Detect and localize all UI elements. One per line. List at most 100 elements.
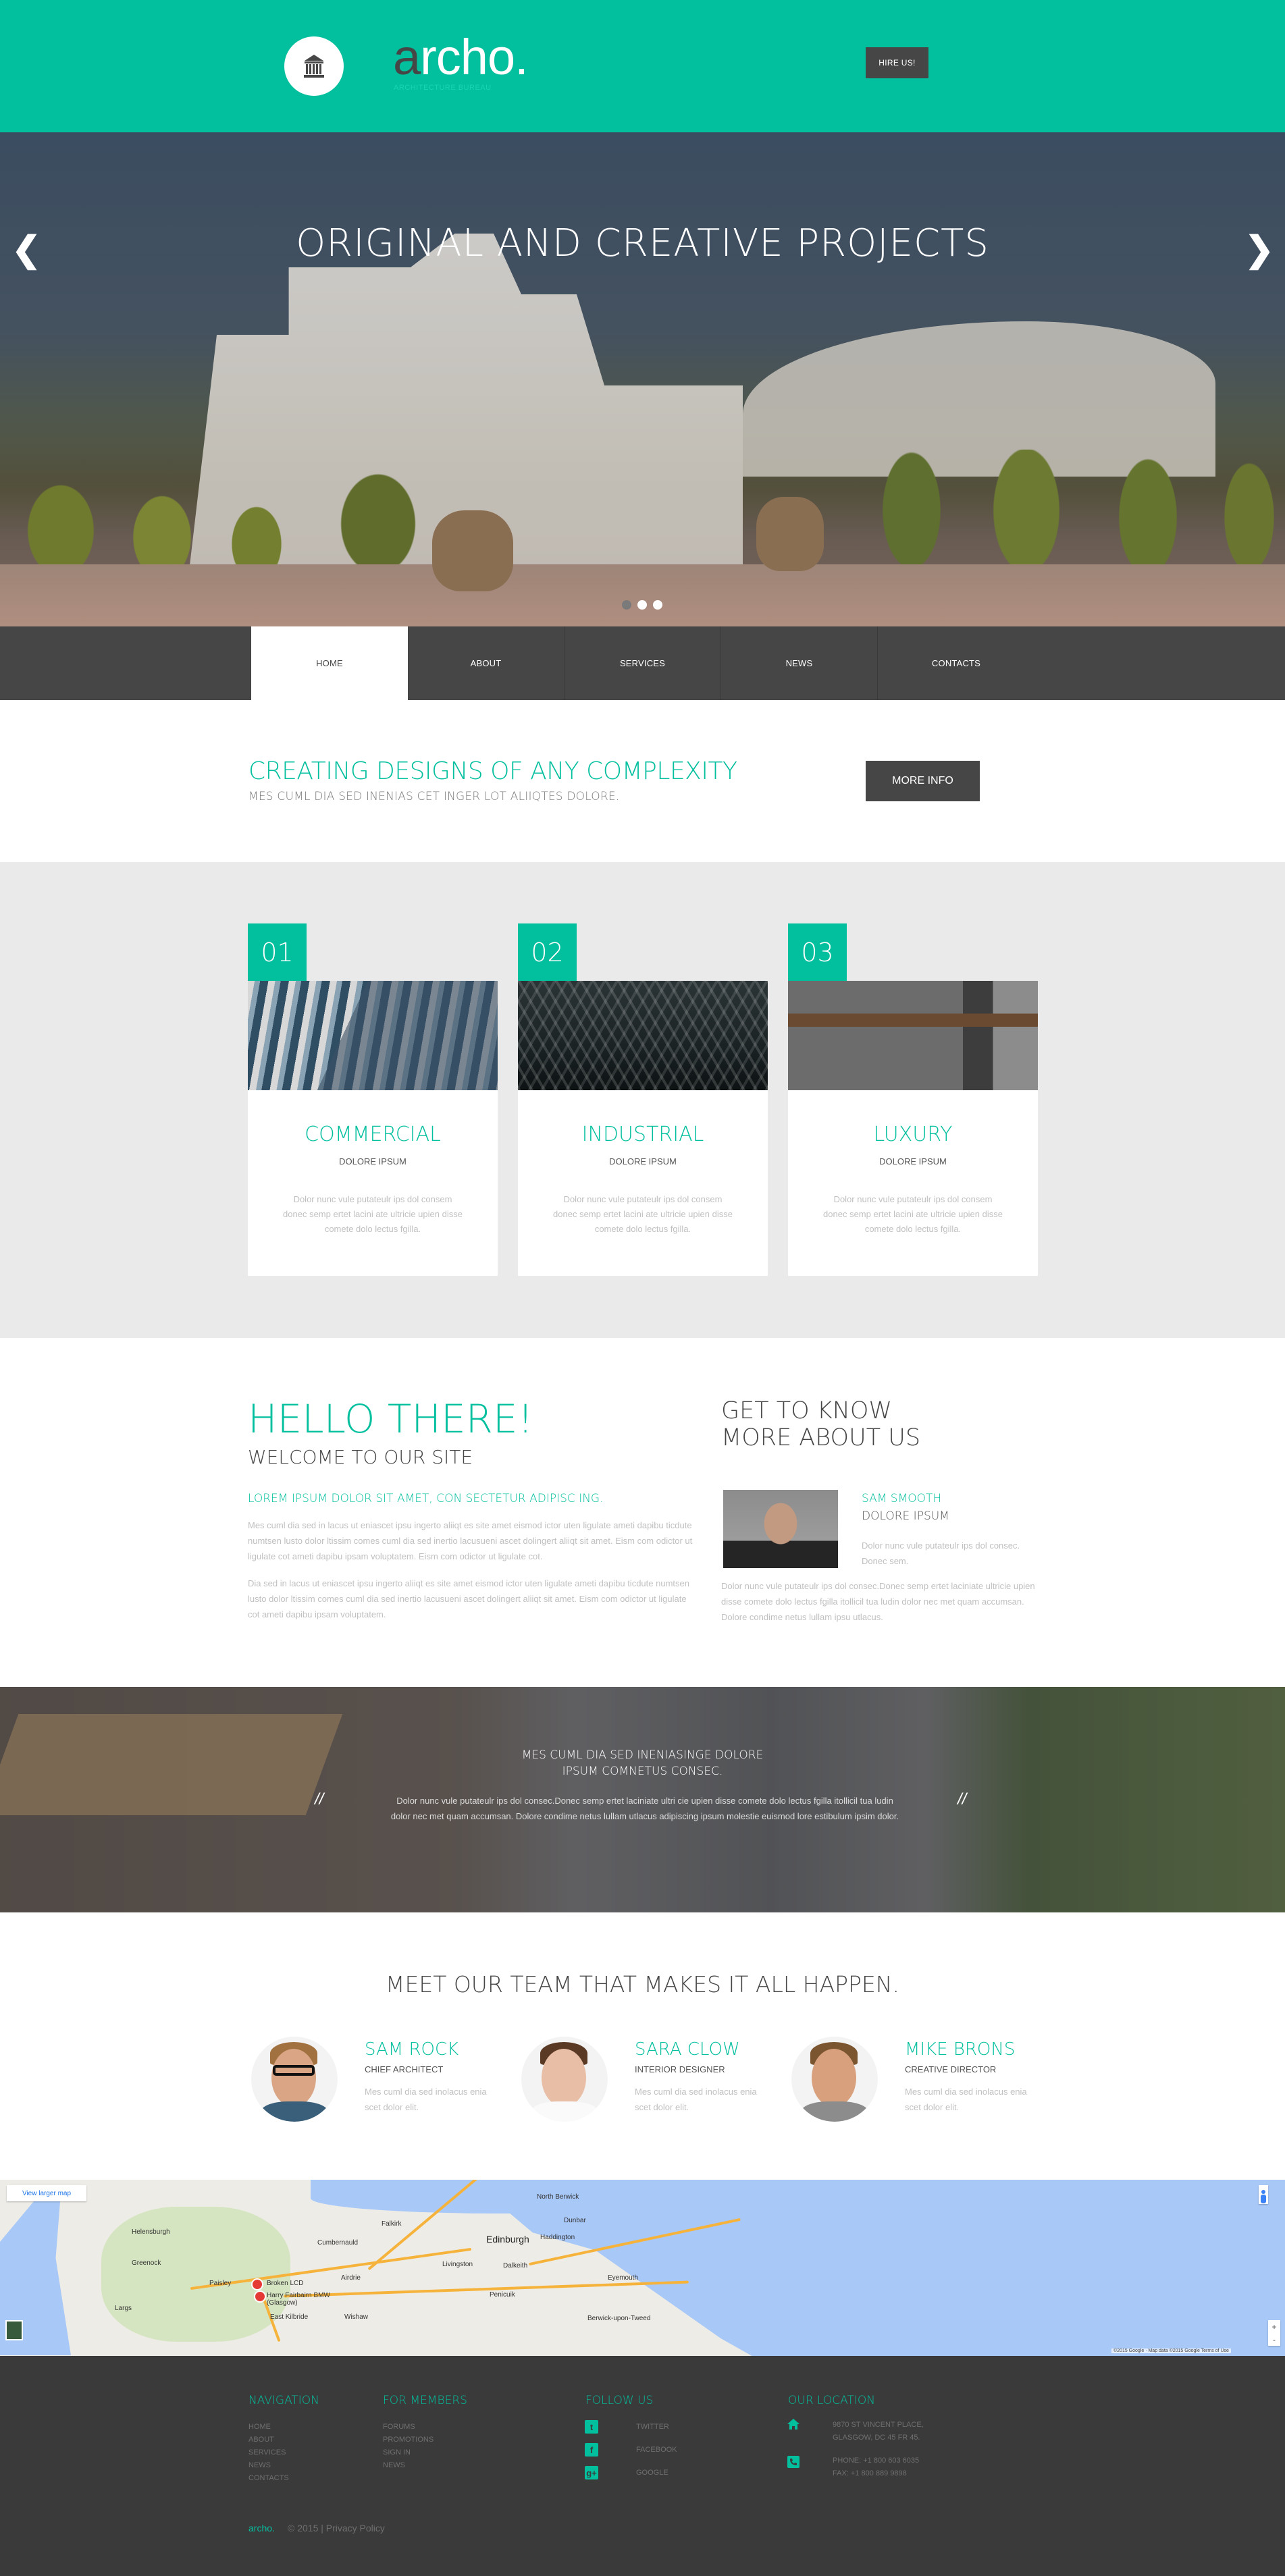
footer-logo[interactable]: archo. [248,2523,275,2533]
logo-badge[interactable] [284,36,344,96]
service-text: Dolor nunc vule putateulr ips dol consem… [823,1194,1003,1234]
team-member: MIKE BRONS CREATIVE DIRECTOR Mes cuml di… [791,2037,1061,2124]
footer-follow-heading: FOLLOW US [585,2394,654,2407]
slider-prev-button[interactable]: ❮ [11,230,41,270]
testimonial-title: MES CUML DIA SED INENIASINGE DOLORE IPSU… [0,1747,1285,1779]
member-role: INTERIOR DESIGNER [635,2064,725,2074]
facebook-icon[interactable]: f [585,2443,598,2457]
map-label: Dalkeith [503,2262,528,2270]
about-paragraph: Mes cuml dia sed in lacus ut eniascet ip… [248,1520,693,1561]
footer-link-news[interactable]: NEWS [383,2459,434,2472]
slider-dot-1[interactable] [622,600,631,610]
quote-close-icon: // [958,1790,967,1808]
footer-copyright[interactable]: © 2015 | Privacy Policy [288,2523,385,2533]
testimonial-title-line2: IPSUM COMNETUS CONSEC. [562,1765,723,1778]
nav-item-about[interactable]: ABOUT [408,626,565,700]
service-number: 03 [788,923,847,981]
phone-number[interactable]: PHONE: +1 800 603 6035 [833,2454,919,2467]
facebook-link[interactable]: FACEBOOK [636,2446,677,2454]
slider-dot-2[interactable] [637,600,647,610]
glasses-icon [273,2065,315,2076]
service-title: LUXURY [873,1123,953,1146]
map-marker-pin[interactable] [251,2278,263,2290]
member-name: MIKE BRONS [905,2039,1016,2060]
service-title: COMMERCIAL [305,1123,441,1146]
intro-title: CREATING DESIGNS OF ANY COMPLEXITY [248,757,737,785]
nav-item-home[interactable]: HOME [251,626,408,700]
hire-us-button[interactable]: HIRE US! [866,47,928,78]
service-card-luxury[interactable]: LUXURY DOLORE IPSUM Dolor nunc vule puta… [788,981,1038,1276]
member-text: Mes cuml dia sed inolacus enia scet dolo… [635,2087,757,2112]
address-line2: GLASGOW, DC 45 FR 45. [833,2434,920,2442]
hero-image-ground [0,564,1285,626]
map-label: Airdrie [341,2274,361,2282]
google-plus-icon[interactable]: g+ [585,2466,598,2479]
avatar-face [812,2049,856,2107]
map-marker-pin[interactable] [254,2290,266,2303]
service-title: INDUSTRIAL [581,1123,704,1146]
site-header [0,0,1285,132]
footer-link-home[interactable]: HOME [248,2421,289,2434]
map-zoom-control: + - [1268,2320,1280,2346]
map-label: Dunbar [564,2217,586,2224]
location-map[interactable]: Greenock Helensburgh Paisley Broken LCD … [0,2180,1285,2356]
pegman-icon[interactable] [1259,2185,1268,2204]
map-label: Falkirk [382,2220,402,2228]
logo-wordmark[interactable]: archo. [393,27,529,88]
service-card-industrial[interactable]: INDUSTRIAL DOLORE IPSUM Dolor nunc vule … [518,981,768,1276]
google-link[interactable]: GOOGLE [636,2469,668,2477]
map-label: Berwick-upon-Tweed [587,2315,651,2322]
map-label: Paisley [209,2280,232,2287]
map-attribution[interactable]: ©2015 Google · Map data ©2015 Google Ter… [1111,2349,1231,2353]
service-card-commercial[interactable]: COMMERCIAL DOLORE IPSUM Dolor nunc vule … [248,981,498,1276]
footer-location-heading: OUR LOCATION [788,2394,875,2407]
service-text: Dolor nunc vule putateulr ips dol consem… [283,1194,463,1234]
slider-dot-3[interactable] [653,600,662,610]
satellite-toggle[interactable] [5,2320,23,2340]
bank-icon [304,55,324,78]
nav-item-services[interactable]: SERVICES [565,626,721,700]
zoom-in-button[interactable]: + [1271,2322,1276,2332]
twitter-icon[interactable]: t [585,2420,598,2434]
map-label: Livingston [442,2261,473,2268]
map-park [101,2207,290,2342]
map-label: Broken LCD [267,2280,304,2287]
service-number: 02 [518,923,577,981]
footer-link-sign-in[interactable]: SIGN IN [383,2446,434,2459]
footer-members-list: FORUMS PROMOTIONS SIGN IN NEWS [383,2421,434,2472]
person-photo [723,1490,838,1568]
know-us-line2: MORE ABOUT US [721,1424,921,1451]
footer-link-contacts[interactable]: CONTACTS [248,2472,289,2485]
nav-item-news[interactable]: NEWS [721,626,878,700]
slider-next-button[interactable]: ❯ [1244,230,1274,270]
footer-link-news[interactable]: NEWS [248,2459,289,2472]
map-label: Penicuik [490,2291,515,2299]
twitter-link[interactable]: TWITTER [636,2423,669,2431]
hero-image-shrubs [0,450,1285,571]
map-label: Eyemouth [608,2274,639,2282]
service-number: 01 [248,923,307,981]
member-role: CREATIVE DIRECTOR [905,2064,997,2074]
zoom-out-button[interactable]: - [1273,2335,1276,2344]
quote-open-icon: // [315,1790,324,1808]
about-paragraph: Dia sed in lacus ut eniascet ipsu ingert… [248,1578,689,1619]
footer-link-forums[interactable]: FORUMS [383,2421,434,2434]
testimonial-title-line1: MES CUML DIA SED INENIASINGE DOLORE [521,1748,764,1762]
view-larger-map-link[interactable]: View larger map [7,2185,86,2201]
hero-title: ORIGINAL AND CREATIVE PROJECTS [296,221,989,265]
footer-link-services[interactable]: SERVICES [248,2446,289,2459]
hello-heading: HELLO THERE! [248,1396,533,1442]
chevron-right-icon: ❯ [1244,230,1274,269]
footer-link-promotions[interactable]: PROMOTIONS [383,2434,434,2446]
person-role: DOLORE IPSUM [862,1509,949,1523]
member-name: SAM ROCK [365,2039,459,2060]
map-label: Greenock [132,2259,161,2267]
hero-image-pot [756,497,824,571]
footer-nav-heading: NAVIGATION [248,2394,319,2407]
nav-item-contacts[interactable]: CONTACTS [878,626,1034,700]
footer-link-about[interactable]: ABOUT [248,2434,289,2446]
footer-contact: PHONE: +1 800 603 6035 FAX: +1 800 889 9… [833,2454,919,2480]
intro-subtitle: MES CUML DIA SED INENIAS CET INGER LOT A… [248,790,620,803]
person-icon [1261,2190,1266,2203]
more-info-button[interactable]: MORE INFO [866,761,980,801]
